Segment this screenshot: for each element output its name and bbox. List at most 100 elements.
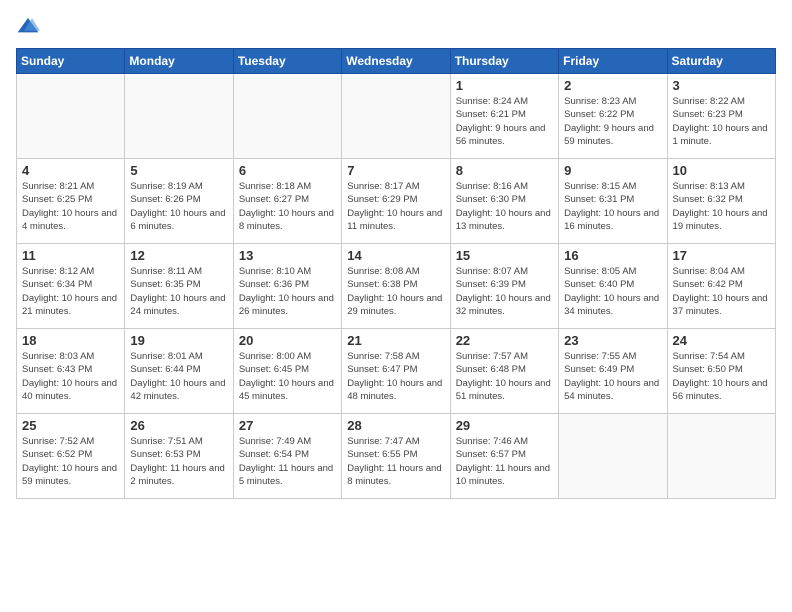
day-number: 24 <box>673 333 770 348</box>
calendar-cell: 25 Sunrise: 7:52 AM Sunset: 6:52 PM Dayli… <box>17 414 125 499</box>
calendar-cell: 1 Sunrise: 8:24 AM Sunset: 6:21 PM Daylig… <box>450 74 558 159</box>
day-number: 29 <box>456 418 553 433</box>
calendar-cell: 9 Sunrise: 8:15 AM Sunset: 6:31 PM Daylig… <box>559 159 667 244</box>
day-info: Sunrise: 8:13 AM Sunset: 6:32 PM Dayligh… <box>673 180 770 233</box>
day-info: Sunrise: 8:18 AM Sunset: 6:27 PM Dayligh… <box>239 180 336 233</box>
calendar-cell: 22 Sunrise: 7:57 AM Sunset: 6:48 PM Dayli… <box>450 329 558 414</box>
day-number: 5 <box>130 163 227 178</box>
day-info: Sunrise: 7:58 AM Sunset: 6:47 PM Dayligh… <box>347 350 444 403</box>
weekday-header: Sunday <box>17 49 125 74</box>
calendar-cell: 26 Sunrise: 7:51 AM Sunset: 6:53 PM Dayli… <box>125 414 233 499</box>
day-info: Sunrise: 7:46 AM Sunset: 6:57 PM Dayligh… <box>456 435 553 488</box>
day-number: 3 <box>673 78 770 93</box>
day-info: Sunrise: 7:57 AM Sunset: 6:48 PM Dayligh… <box>456 350 553 403</box>
calendar-cell: 13 Sunrise: 8:10 AM Sunset: 6:36 PM Dayli… <box>233 244 341 329</box>
day-info: Sunrise: 8:04 AM Sunset: 6:42 PM Dayligh… <box>673 265 770 318</box>
day-number: 9 <box>564 163 661 178</box>
day-number: 10 <box>673 163 770 178</box>
day-info: Sunrise: 8:16 AM Sunset: 6:30 PM Dayligh… <box>456 180 553 233</box>
calendar-cell: 23Sunrise: 7:55 AM Sunset: 6:49 PM Dayli… <box>559 329 667 414</box>
calendar-cell: 18 Sunrise: 8:03 AM Sunset: 6:43 PM Dayli… <box>17 329 125 414</box>
day-number: 16 <box>564 248 661 263</box>
day-info: Sunrise: 7:51 AM Sunset: 6:53 PM Dayligh… <box>130 435 227 488</box>
calendar-cell: 2Sunrise: 8:23 AM Sunset: 6:22 PM Daylig… <box>559 74 667 159</box>
day-info: Sunrise: 8:17 AM Sunset: 6:29 PM Dayligh… <box>347 180 444 233</box>
day-info: Sunrise: 8:03 AM Sunset: 6:43 PM Dayligh… <box>22 350 119 403</box>
calendar-cell <box>559 414 667 499</box>
calendar-cell <box>17 74 125 159</box>
calendar-cell: 15Sunrise: 8:07 AM Sunset: 6:39 PM Dayli… <box>450 244 558 329</box>
weekday-header: Friday <box>559 49 667 74</box>
calendar-cell: 24 Sunrise: 7:54 AM Sunset: 6:50 PM Dayli… <box>667 329 775 414</box>
day-number: 23 <box>564 333 661 348</box>
calendar-cell <box>125 74 233 159</box>
day-number: 12 <box>130 248 227 263</box>
calendar-cell: 29 Sunrise: 7:46 AM Sunset: 6:57 PM Dayli… <box>450 414 558 499</box>
day-info: Sunrise: 8:21 AM Sunset: 6:25 PM Dayligh… <box>22 180 119 233</box>
day-number: 22 <box>456 333 553 348</box>
day-info: Sunrise: 8:22 AM Sunset: 6:23 PM Dayligh… <box>673 95 770 148</box>
day-number: 6 <box>239 163 336 178</box>
calendar-cell: 27 Sunrise: 7:49 AM Sunset: 6:54 PM Dayli… <box>233 414 341 499</box>
logo <box>16 16 44 36</box>
day-number: 13 <box>239 248 336 263</box>
calendar-header-row: SundayMondayTuesdayWednesdayThursdayFrid… <box>17 49 776 74</box>
day-info: Sunrise: 7:49 AM Sunset: 6:54 PM Dayligh… <box>239 435 336 488</box>
day-info: Sunrise: 7:52 AM Sunset: 6:52 PM Dayligh… <box>22 435 119 488</box>
day-info: Sunrise: 8:15 AM Sunset: 6:31 PM Dayligh… <box>564 180 661 233</box>
calendar-cell: 12 Sunrise: 8:11 AM Sunset: 6:35 PM Dayli… <box>125 244 233 329</box>
day-number: 19 <box>130 333 227 348</box>
calendar-cell: 11 Sunrise: 8:12 AM Sunset: 6:34 PM Dayli… <box>17 244 125 329</box>
calendar-week-row: 18 Sunrise: 8:03 AM Sunset: 6:43 PM Dayli… <box>17 329 776 414</box>
calendar-cell: 16 Sunrise: 8:05 AM Sunset: 6:40 PM Dayli… <box>559 244 667 329</box>
calendar-cell <box>667 414 775 499</box>
calendar-cell: 14 Sunrise: 8:08 AM Sunset: 6:38 PM Dayli… <box>342 244 450 329</box>
page-header <box>16 16 776 36</box>
day-number: 11 <box>22 248 119 263</box>
logo-icon <box>16 16 40 36</box>
weekday-header: Wednesday <box>342 49 450 74</box>
calendar-cell: 17Sunrise: 8:04 AM Sunset: 6:42 PM Dayli… <box>667 244 775 329</box>
calendar-cell: 28 Sunrise: 7:47 AM Sunset: 6:55 PM Dayli… <box>342 414 450 499</box>
weekday-header: Thursday <box>450 49 558 74</box>
calendar-cell: 10 Sunrise: 8:13 AM Sunset: 6:32 PM Dayli… <box>667 159 775 244</box>
day-number: 20 <box>239 333 336 348</box>
day-info: Sunrise: 7:47 AM Sunset: 6:55 PM Dayligh… <box>347 435 444 488</box>
calendar-week-row: 4 Sunrise: 8:21 AM Sunset: 6:25 PM Daylig… <box>17 159 776 244</box>
weekday-header: Saturday <box>667 49 775 74</box>
day-number: 4 <box>22 163 119 178</box>
day-info: Sunrise: 8:19 AM Sunset: 6:26 PM Dayligh… <box>130 180 227 233</box>
day-number: 2 <box>564 78 661 93</box>
day-info: Sunrise: 7:54 AM Sunset: 6:50 PM Dayligh… <box>673 350 770 403</box>
day-info: Sunrise: 8:07 AM Sunset: 6:39 PM Dayligh… <box>456 265 553 318</box>
day-number: 14 <box>347 248 444 263</box>
day-info: Sunrise: 8:12 AM Sunset: 6:34 PM Dayligh… <box>22 265 119 318</box>
calendar-cell: 8Sunrise: 8:16 AM Sunset: 6:30 PM Daylig… <box>450 159 558 244</box>
day-info: Sunrise: 8:10 AM Sunset: 6:36 PM Dayligh… <box>239 265 336 318</box>
calendar-cell: 21 Sunrise: 7:58 AM Sunset: 6:47 PM Dayli… <box>342 329 450 414</box>
weekday-header: Monday <box>125 49 233 74</box>
day-info: Sunrise: 8:11 AM Sunset: 6:35 PM Dayligh… <box>130 265 227 318</box>
calendar-table: SundayMondayTuesdayWednesdayThursdayFrid… <box>16 48 776 499</box>
day-info: Sunrise: 8:24 AM Sunset: 6:21 PM Dayligh… <box>456 95 553 148</box>
day-number: 28 <box>347 418 444 433</box>
calendar-cell: 7 Sunrise: 8:17 AM Sunset: 6:29 PM Daylig… <box>342 159 450 244</box>
calendar-cell: 5 Sunrise: 8:19 AM Sunset: 6:26 PM Daylig… <box>125 159 233 244</box>
day-number: 26 <box>130 418 227 433</box>
day-info: Sunrise: 8:05 AM Sunset: 6:40 PM Dayligh… <box>564 265 661 318</box>
day-info: Sunrise: 8:00 AM Sunset: 6:45 PM Dayligh… <box>239 350 336 403</box>
day-number: 1 <box>456 78 553 93</box>
calendar-cell: 19Sunrise: 8:01 AM Sunset: 6:44 PM Dayli… <box>125 329 233 414</box>
calendar-week-row: 11 Sunrise: 8:12 AM Sunset: 6:34 PM Dayli… <box>17 244 776 329</box>
day-number: 21 <box>347 333 444 348</box>
day-info: Sunrise: 8:08 AM Sunset: 6:38 PM Dayligh… <box>347 265 444 318</box>
weekday-header: Tuesday <box>233 49 341 74</box>
day-number: 27 <box>239 418 336 433</box>
calendar-cell: 4 Sunrise: 8:21 AM Sunset: 6:25 PM Daylig… <box>17 159 125 244</box>
calendar-week-row: 25 Sunrise: 7:52 AM Sunset: 6:52 PM Dayli… <box>17 414 776 499</box>
calendar-cell: 3 Sunrise: 8:22 AM Sunset: 6:23 PM Daylig… <box>667 74 775 159</box>
day-number: 18 <box>22 333 119 348</box>
day-number: 25 <box>22 418 119 433</box>
day-number: 7 <box>347 163 444 178</box>
calendar-week-row: 1 Sunrise: 8:24 AM Sunset: 6:21 PM Daylig… <box>17 74 776 159</box>
